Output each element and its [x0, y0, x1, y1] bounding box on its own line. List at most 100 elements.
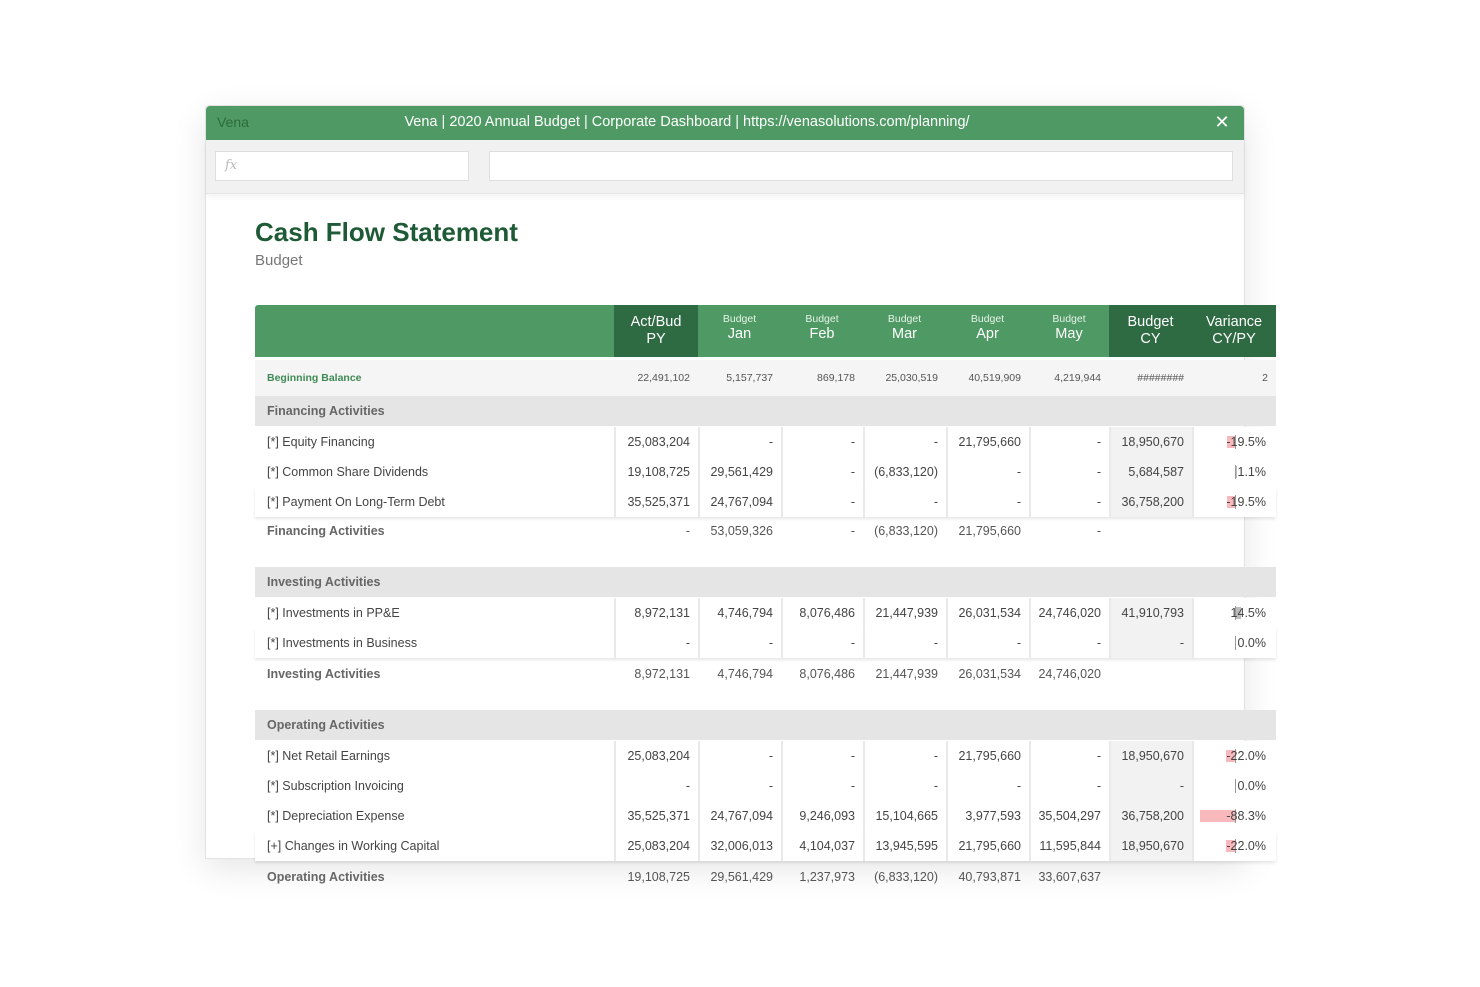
table-cell[interactable]: -	[698, 427, 781, 457]
table-cell[interactable]: 53,059,326	[698, 516, 781, 546]
table-cell[interactable]: -	[863, 771, 946, 801]
table-cell[interactable]: -	[698, 741, 781, 771]
table-cell[interactable]: -	[1029, 741, 1109, 771]
table-cell[interactable]: 35,504,297	[1029, 801, 1109, 831]
table-cell[interactable]: -	[614, 771, 698, 801]
table-cell[interactable]: -	[1029, 487, 1109, 517]
table-cell[interactable]: 21,795,660	[946, 427, 1029, 457]
table-cell[interactable]: 13,945,595	[863, 831, 946, 861]
table-cell[interactable]: -	[781, 628, 863, 658]
column-header[interactable]: Variance CY/PY	[1192, 305, 1276, 357]
variance-cell[interactable]: 0.0%	[1192, 628, 1276, 658]
variance-cell[interactable]: -22.0%	[1192, 741, 1276, 771]
column-header[interactable]: Budget Apr	[946, 305, 1029, 357]
table-cell[interactable]: 25,083,204	[614, 741, 698, 771]
table-cell[interactable]: 36,758,200	[1109, 487, 1192, 517]
table-cell[interactable]: (6,833,120)	[863, 516, 946, 546]
table-cell[interactable]: -	[614, 628, 698, 658]
table-cell[interactable]: -	[781, 516, 863, 546]
column-header[interactable]: Budget Jan	[698, 305, 781, 357]
column-header[interactable]: Budget Feb	[781, 305, 863, 357]
table-cell[interactable]: 19,108,725	[614, 457, 698, 487]
table-cell[interactable]: -	[1029, 516, 1109, 546]
table-cell[interactable]: -	[781, 457, 863, 487]
table-cell[interactable]: -	[1029, 628, 1109, 658]
table-cell[interactable]: 5,684,587	[1109, 457, 1192, 487]
table-cell[interactable]: 40,793,871	[946, 862, 1029, 892]
table-cell[interactable]: 24,746,020	[1029, 598, 1109, 628]
table-cell[interactable]: 21,795,660	[946, 516, 1029, 546]
column-header[interactable]: Budget May	[1029, 305, 1109, 357]
table-cell[interactable]: 25,083,204	[614, 427, 698, 457]
table-cell[interactable]: -	[863, 487, 946, 517]
table-cell[interactable]: 21,795,660	[946, 831, 1029, 861]
table-cell[interactable]: 26,031,534	[946, 598, 1029, 628]
table-cell[interactable]: -	[614, 516, 698, 546]
table-cell[interactable]: 18,950,670	[1109, 831, 1192, 861]
table-cell[interactable]: 29,561,429	[698, 862, 781, 892]
table-cell[interactable]: 19,108,725	[614, 862, 698, 892]
variance-cell[interactable]: -88.3%	[1192, 801, 1276, 831]
table-cell[interactable]: 4,219,944	[1029, 360, 1109, 396]
table-cell[interactable]: 22,491,102	[614, 360, 698, 396]
table-cell[interactable]: 24,767,094	[698, 487, 781, 517]
table-cell[interactable]: 1,237,973	[781, 862, 863, 892]
name-box-input[interactable]: fx	[215, 151, 469, 181]
close-icon[interactable]: ✕	[1212, 112, 1232, 132]
table-cell[interactable]: -	[698, 628, 781, 658]
table-cell[interactable]: 25,030,519	[863, 360, 946, 396]
table-cell[interactable]: 8,972,131	[614, 598, 698, 628]
table-cell[interactable]: -	[781, 427, 863, 457]
table-cell[interactable]: -	[946, 457, 1029, 487]
table-cell[interactable]: -	[946, 771, 1029, 801]
table-cell[interactable]: ########	[1109, 360, 1192, 396]
table-cell[interactable]: -	[946, 487, 1029, 517]
table-cell[interactable]: 4,746,794	[698, 659, 781, 689]
table-cell[interactable]: 4,104,037	[781, 831, 863, 861]
table-cell[interactable]: 21,795,660	[946, 741, 1029, 771]
table-cell[interactable]: -	[698, 771, 781, 801]
table-cell[interactable]: (6,833,120)	[863, 457, 946, 487]
table-cell[interactable]: 25,083,204	[614, 831, 698, 861]
table-cell[interactable]: 8,972,131	[614, 659, 698, 689]
table-cell[interactable]: 3,977,593	[946, 801, 1029, 831]
table-cell[interactable]: 11,595,844	[1029, 831, 1109, 861]
variance-cell[interactable]: 14.5%	[1192, 598, 1276, 628]
table-cell[interactable]: 21,447,939	[863, 659, 946, 689]
table-cell[interactable]: 41,910,793	[1109, 598, 1192, 628]
table-cell[interactable]: 869,178	[781, 360, 863, 396]
table-cell[interactable]: 24,746,020	[1029, 659, 1109, 689]
table-cell[interactable]: 15,104,665	[863, 801, 946, 831]
table-cell[interactable]: -	[1029, 771, 1109, 801]
table-cell[interactable]: 8,076,486	[781, 659, 863, 689]
variance-cell[interactable]: -22.0%	[1192, 831, 1276, 861]
table-cell[interactable]: -	[863, 628, 946, 658]
table-cell[interactable]: 4,746,794	[698, 598, 781, 628]
variance-cell[interactable]: -19.5%	[1192, 487, 1276, 517]
table-cell[interactable]: 32,006,013	[698, 831, 781, 861]
table-cell[interactable]: -	[781, 487, 863, 517]
variance-cell[interactable]: 0.0%	[1192, 771, 1276, 801]
table-cell[interactable]: 18,950,670	[1109, 741, 1192, 771]
table-cell[interactable]: -	[946, 628, 1029, 658]
table-cell[interactable]: -	[1029, 457, 1109, 487]
table-cell[interactable]: 5,157,737	[698, 360, 781, 396]
table-cell[interactable]: 18,950,670	[1109, 427, 1192, 457]
table-cell[interactable]: -	[863, 741, 946, 771]
table-cell[interactable]: 35,525,371	[614, 487, 698, 517]
column-header[interactable]: Act/Bud PY	[614, 305, 698, 357]
table-cell[interactable]: 2	[1192, 360, 1276, 396]
table-cell[interactable]: 9,246,093	[781, 801, 863, 831]
table-cell[interactable]: 21,447,939	[863, 598, 946, 628]
table-cell[interactable]: 24,767,094	[698, 801, 781, 831]
table-cell[interactable]: -	[1109, 771, 1192, 801]
table-cell[interactable]: 8,076,486	[781, 598, 863, 628]
column-header[interactable]: Budget Mar	[863, 305, 946, 357]
table-cell[interactable]: -	[1029, 427, 1109, 457]
table-cell[interactable]: -	[863, 427, 946, 457]
variance-cell[interactable]: 1.1%	[1192, 457, 1276, 487]
variance-cell[interactable]: -19.5%	[1192, 427, 1276, 457]
table-cell[interactable]: 33,607,637	[1029, 862, 1109, 892]
table-cell[interactable]: 26,031,534	[946, 659, 1029, 689]
table-cell[interactable]: -	[781, 771, 863, 801]
